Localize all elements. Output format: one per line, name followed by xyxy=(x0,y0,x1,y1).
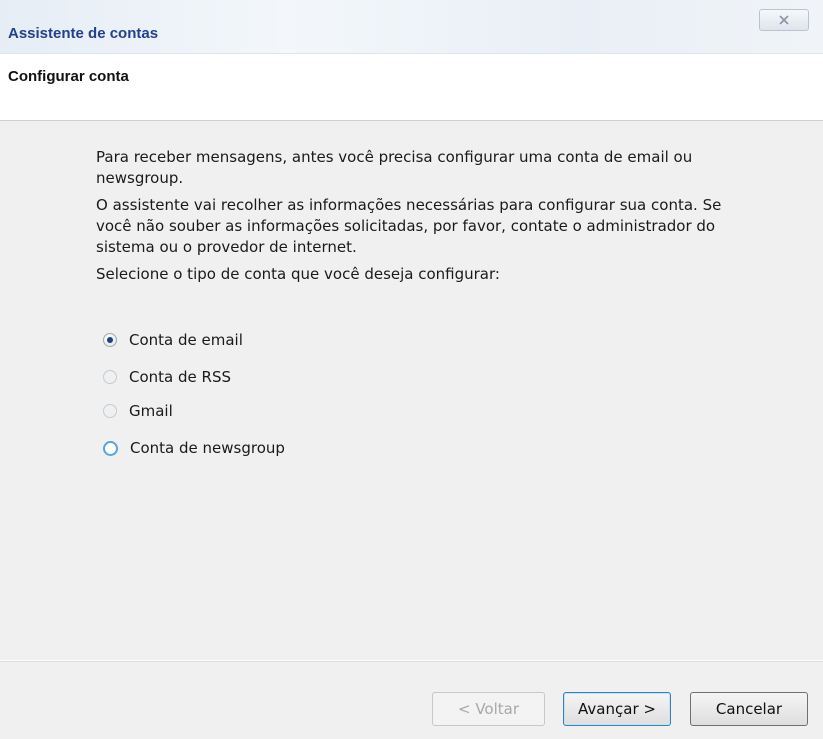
page-title: Configurar conta xyxy=(8,68,129,85)
close-button[interactable] xyxy=(759,9,809,31)
radio-option-email[interactable]: Conta de email xyxy=(103,329,243,351)
selection-prompt: Selecione o tipo de conta que você desej… xyxy=(96,265,500,283)
next-button[interactable]: Avançar > xyxy=(563,692,671,726)
radio-label: Gmail xyxy=(129,402,173,420)
radio-button[interactable] xyxy=(103,404,117,418)
radio-label: Conta de email xyxy=(129,331,243,349)
wizard-content: Para receber mensagens, antes você preci… xyxy=(0,121,823,660)
window-title: Assistente de contas xyxy=(8,25,159,42)
radio-button[interactable] xyxy=(103,440,118,456)
intro-paragraph: Para receber mensagens, antes você preci… xyxy=(96,148,693,187)
wizard-footer: < Voltar Avançar > Cancelar xyxy=(0,661,823,739)
radio-option-newsgroup[interactable]: Conta de newsgroup xyxy=(103,437,285,459)
radio-button[interactable] xyxy=(103,333,117,347)
radio-label: Conta de RSS xyxy=(129,368,231,386)
radio-label: Conta de newsgroup xyxy=(130,439,285,457)
info-paragraph: O assistente vai recolher as informações… xyxy=(96,196,722,256)
radio-option-rss[interactable]: Conta de RSS xyxy=(103,366,231,388)
radio-option-gmail[interactable]: Gmail xyxy=(103,400,173,422)
wizard-header: Configurar conta xyxy=(0,54,823,121)
back-button[interactable]: < Voltar xyxy=(432,692,545,726)
close-icon xyxy=(779,15,789,25)
radio-button[interactable] xyxy=(103,370,117,384)
cancel-button[interactable]: Cancelar xyxy=(690,692,808,726)
window-titlebar: Assistente de contas xyxy=(0,0,823,54)
